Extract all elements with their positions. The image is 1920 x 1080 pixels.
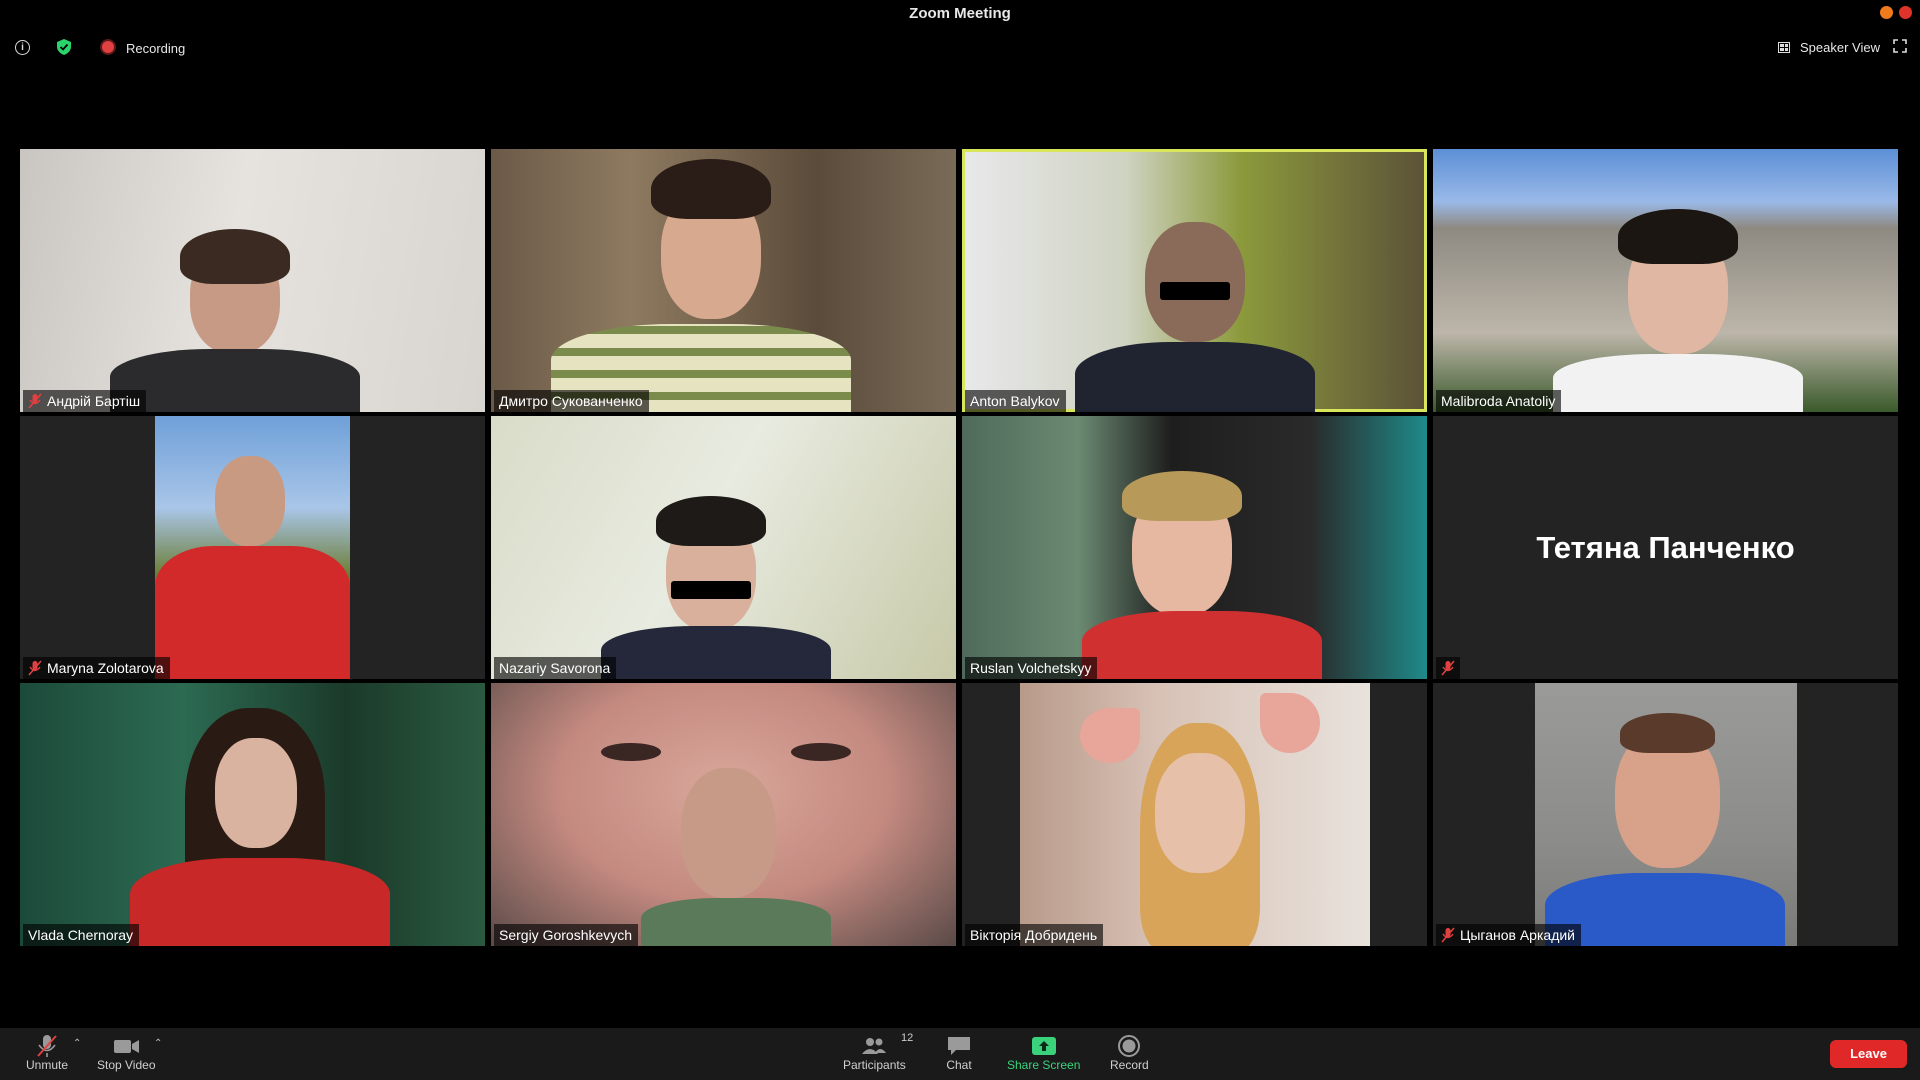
- info-icon[interactable]: i: [15, 40, 30, 55]
- record-label: Record: [1110, 1058, 1149, 1072]
- record-icon: [1118, 1035, 1141, 1057]
- unmute-label: Unmute: [26, 1058, 69, 1072]
- video-tile-active-speaker[interactable]: Anton Balykov: [962, 149, 1427, 412]
- video-tile[interactable]: Vlada Chernoray: [20, 683, 485, 946]
- participant-nametag: Цыганов Аркадий: [1436, 924, 1582, 946]
- video-tile[interactable]: Ruslan Volchetskyy: [962, 416, 1427, 679]
- participant-name: Vlada Chernoray: [28, 927, 134, 943]
- video-gallery: Андрій Бартіш Дмитро Сукованченко Anton …: [20, 149, 1902, 946]
- meeting-info-bar: i Recording Speaker View: [0, 36, 1920, 60]
- video-tile[interactable]: Malibroda Anatoliy: [1433, 149, 1898, 412]
- record-button[interactable]: Record: [1110, 1034, 1149, 1072]
- leave-button[interactable]: Leave: [1830, 1040, 1907, 1068]
- participants-label: Participants: [843, 1058, 906, 1072]
- video-tile[interactable]: Цыганов Аркадий: [1433, 683, 1898, 946]
- participant-nametag: Андрій Бартіш: [23, 390, 147, 412]
- view-grid-icon: [1778, 41, 1790, 53]
- participant-name: Цыганов Аркадий: [1460, 927, 1576, 943]
- video-tile[interactable]: Nazariy Savorona: [491, 416, 956, 679]
- speaker-view-label: Speaker View: [1800, 39, 1880, 55]
- speaker-view-button[interactable]: Speaker View: [1778, 37, 1880, 57]
- participant-name: Malibroda Anatoliy: [1441, 393, 1556, 409]
- participant-name: Nazariy Savorona: [499, 660, 611, 676]
- participant-video: [491, 416, 956, 679]
- participant-video: [155, 416, 350, 679]
- share-screen-button[interactable]: Share Screen: [1007, 1034, 1080, 1072]
- participant-video: [20, 683, 485, 946]
- participant-name: Андрій Бартіш: [47, 393, 141, 409]
- participant-video: [1020, 683, 1370, 946]
- participant-nametag: Nazariy Savorona: [494, 657, 617, 679]
- video-tile-video-off[interactable]: Тетяна Панченко: [1433, 416, 1898, 679]
- participant-name-large: Тетяна Панченко: [1536, 529, 1795, 565]
- close-button[interactable]: [1899, 6, 1912, 19]
- fullscreen-icon[interactable]: [1893, 39, 1907, 53]
- unmute-button[interactable]: Unmute: [26, 1034, 68, 1072]
- meeting-toolbar: Unmute ⌃ Stop Video ⌃ Participants 12 Ch…: [0, 1028, 1920, 1080]
- video-options-caret-icon[interactable]: ⌃: [154, 1038, 164, 1049]
- participant-nametag: Anton Balykov: [965, 390, 1066, 412]
- participant-nametag: Дмитро Сукованченко: [494, 390, 649, 412]
- video-tile[interactable]: Андрій Бартіш: [20, 149, 485, 412]
- participants-button[interactable]: Participants: [843, 1034, 906, 1072]
- share-screen-icon: [1031, 1037, 1056, 1055]
- participant-video: [1433, 149, 1898, 412]
- participant-nametag: Malibroda Anatoliy: [1436, 390, 1562, 412]
- participant-name: Вікторія Добридень: [970, 927, 1098, 943]
- participant-nametag: Maryna Zolotarova: [23, 657, 170, 679]
- share-screen-label: Share Screen: [1007, 1058, 1081, 1072]
- participant-nametag: [1436, 657, 1460, 679]
- stop-video-label: Stop Video: [97, 1058, 156, 1072]
- recording-label: Recording: [126, 41, 186, 56]
- video-camera-icon: [114, 1040, 140, 1053]
- participant-video: [491, 683, 956, 946]
- participant-name: Anton Balykov: [970, 393, 1060, 409]
- recording-icon: [102, 41, 114, 53]
- chat-label: Chat: [946, 1058, 972, 1072]
- chat-icon: [948, 1037, 970, 1055]
- audio-options-caret-icon[interactable]: ⌃: [73, 1038, 83, 1049]
- shield-icon[interactable]: [57, 39, 71, 55]
- video-tile[interactable]: Вікторія Добридень: [962, 683, 1427, 946]
- participant-nametag: Вікторія Добридень: [965, 924, 1104, 946]
- muted-mic-icon: [1441, 660, 1455, 676]
- participant-name: Maryna Zolotarova: [47, 660, 164, 676]
- muted-mic-icon: [1441, 927, 1455, 943]
- participants-count: 12: [901, 1032, 914, 1044]
- participant-name: Sergiy Goroshkevych: [499, 927, 633, 943]
- chat-button[interactable]: Chat: [944, 1034, 974, 1072]
- participant-video: [491, 149, 956, 412]
- title-bar: Zoom Meeting: [0, 0, 1920, 28]
- participant-video: [20, 149, 485, 412]
- muted-microphone-icon: [37, 1035, 57, 1057]
- video-tile[interactable]: Sergiy Goroshkevych: [491, 683, 956, 946]
- participant-video: [965, 152, 1424, 412]
- participant-nametag: Vlada Chernoray: [23, 924, 140, 946]
- participant-name: Ruslan Volchetskyy: [970, 660, 1092, 676]
- participant-nametag: Sergiy Goroshkevych: [494, 924, 639, 946]
- participant-video: [962, 416, 1427, 679]
- muted-mic-icon: [28, 393, 42, 409]
- participant-video: [1535, 683, 1797, 946]
- participant-name: Дмитро Сукованченко: [499, 393, 643, 409]
- muted-mic-icon: [28, 660, 42, 676]
- minimize-button[interactable]: [1880, 6, 1893, 19]
- window-title: Zoom Meeting: [909, 5, 1011, 22]
- participants-icon: [862, 1038, 887, 1054]
- participant-nametag: Ruslan Volchetskyy: [965, 657, 1098, 679]
- stop-video-button[interactable]: Stop Video: [97, 1034, 156, 1072]
- video-tile[interactable]: Дмитро Сукованченко: [491, 149, 956, 412]
- video-tile[interactable]: Maryna Zolotarova: [20, 416, 485, 679]
